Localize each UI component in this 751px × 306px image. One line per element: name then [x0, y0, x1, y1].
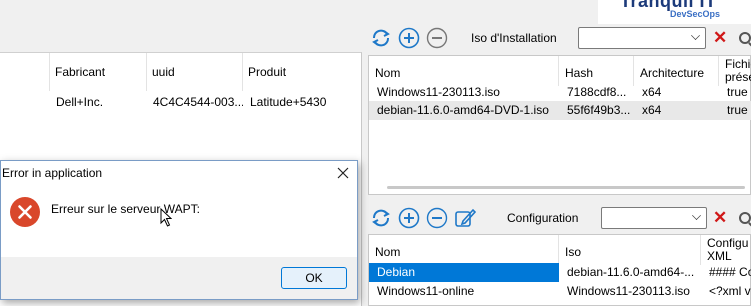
error-icon — [10, 197, 40, 227]
column-header-produit[interactable]: Produit — [243, 53, 361, 91]
refresh-icon[interactable] — [370, 207, 392, 229]
chevron-down-icon — [691, 31, 700, 40]
dialog-title: Error in application — [2, 166, 103, 180]
column-header-hash[interactable]: Hash — [559, 56, 634, 86]
remove-icon[interactable] — [426, 27, 448, 49]
cell-fichier-present: true — [727, 103, 748, 117]
config-grid[interactable]: Nom Iso Configu XML Debian debian-11.6.0… — [368, 234, 751, 306]
column-header-uuid[interactable]: uuid — [147, 53, 243, 91]
close-icon[interactable] — [337, 167, 349, 179]
config-toolbar: Configuration ✕ — [364, 204, 751, 234]
cell-nom: Debian — [369, 263, 559, 282]
iso-filter-select[interactable] — [578, 27, 706, 49]
cell-configuration-xml: <?xml v — [709, 284, 751, 298]
mouse-cursor-icon — [160, 208, 172, 227]
add-icon[interactable] — [398, 207, 420, 229]
column-header-iso[interactable]: Iso — [559, 235, 701, 265]
column-header-configuration-xml[interactable]: Configu XML — [701, 235, 751, 265]
cell-hash: 7188cdf8... — [567, 85, 627, 99]
cell-nom: Windows11-230113.iso — [377, 85, 500, 99]
error-dialog: Error in application Erreur sur le serve… — [0, 160, 358, 300]
edit-icon[interactable] — [454, 207, 476, 229]
column-header-fabricant[interactable]: Fabricant — [50, 53, 147, 91]
cell-configuration-xml: #### Co — [709, 265, 751, 279]
iso-toolbar: Iso d'Installation ✕ — [364, 26, 751, 54]
column-header-nom[interactable]: Nom — [369, 56, 559, 86]
column-header-fichier-present[interactable]: Fichie prése — [719, 56, 751, 86]
brand-logo: Tranquil IT DevSecOps — [598, 0, 751, 24]
column-header-architecture[interactable]: Architecture — [634, 56, 719, 86]
cell-hash: 55f6f49b3... — [567, 103, 631, 117]
search-icon[interactable] — [739, 212, 751, 224]
cell-nom: debian-11.6.0-amd64-DVD-1.iso — [377, 103, 549, 117]
cell-fabricant[interactable]: Dell+Inc. — [51, 91, 147, 113]
refresh-icon[interactable] — [370, 27, 392, 49]
iso-grid[interactable]: Nom Hash Architecture Fichie prése Windo… — [368, 55, 751, 195]
cell-architecture: x64 — [642, 85, 662, 99]
delete-icon[interactable]: ✕ — [713, 27, 727, 49]
add-icon[interactable] — [398, 27, 420, 49]
column-header-nom[interactable]: Nom — [369, 235, 559, 265]
column-header-blank[interactable] — [0, 53, 50, 91]
table-row[interactable]: Windows11-230113.iso 7188cdf8... x64 tru… — [369, 83, 751, 102]
logo-tagline: DevSecOps — [670, 9, 721, 19]
horizontal-scrollbar[interactable] — [387, 186, 745, 189]
dialog-title-bar[interactable]: Error in application — [1, 161, 357, 186]
cell-produit[interactable]: Latitude+5430 — [245, 91, 360, 113]
table-row-selected[interactable]: Debian debian-11.6.0-amd64-... #### Co — [369, 263, 751, 282]
cell-architecture: x64 — [642, 103, 662, 117]
iso-toolbar-label: Iso d'Installation — [471, 31, 557, 45]
cell-iso: debian-11.6.0-amd64-... — [567, 265, 695, 279]
config-toolbar-label: Configuration — [507, 211, 579, 225]
dialog-footer: OK — [1, 257, 357, 299]
cell-nom: Windows11-online — [377, 284, 475, 298]
search-icon[interactable] — [739, 32, 751, 44]
remove-icon[interactable] — [426, 207, 448, 229]
column-header-line: XML — [707, 249, 732, 263]
table-row[interactable]: Windows11-online Windows11-230113.iso <?… — [369, 282, 751, 301]
config-filter-select[interactable] — [601, 207, 707, 229]
chevron-down-icon — [692, 211, 701, 220]
cell-fichier-present: true — [727, 85, 748, 99]
cell-iso: Windows11-230113.iso — [567, 284, 690, 298]
table-row[interactable]: debian-11.6.0-amd64-DVD-1.iso 55f6f49b3.… — [369, 101, 751, 120]
delete-icon[interactable]: ✕ — [713, 207, 727, 229]
cell-uuid[interactable]: 4C4C4544-003... — [148, 91, 243, 113]
ok-button[interactable]: OK — [281, 267, 347, 289]
error-message: Erreur sur le serveur WAPT: — [51, 202, 200, 216]
